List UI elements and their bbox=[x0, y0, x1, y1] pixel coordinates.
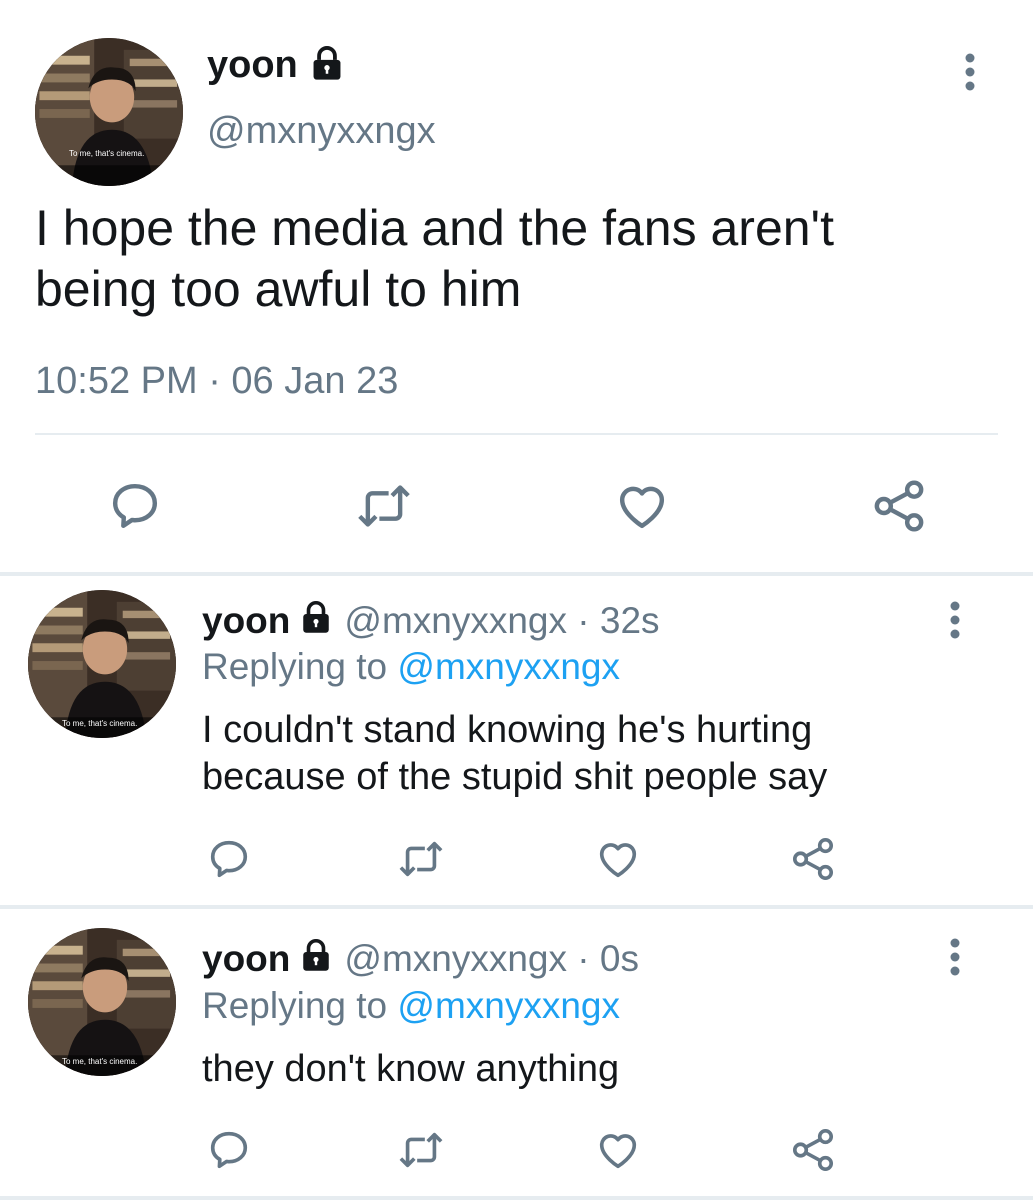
share-icon bbox=[792, 1129, 834, 1171]
reply-text: I couldn't stand knowing he's hurting be… bbox=[202, 707, 827, 801]
display-name[interactable]: yoon bbox=[207, 44, 298, 87]
tweet-text: I hope the media and the fans aren't bei… bbox=[35, 198, 834, 320]
reply-header: yoon @mxnyxxngx · 0s bbox=[202, 937, 639, 981]
avatar-image bbox=[28, 590, 176, 738]
avatar-image bbox=[28, 928, 176, 1076]
lock-icon bbox=[298, 599, 334, 644]
handle[interactable]: @mxnyxxngx bbox=[207, 110, 436, 153]
lock-icon bbox=[298, 937, 334, 982]
like-icon bbox=[619, 486, 665, 529]
more-options-icon[interactable] bbox=[955, 50, 985, 94]
retweet-button[interactable] bbox=[354, 478, 414, 534]
share-icon bbox=[874, 480, 924, 532]
retweet-icon bbox=[399, 1132, 443, 1168]
avatar-caption: To me, that's cinema. bbox=[62, 1057, 138, 1066]
reply-button[interactable] bbox=[206, 836, 252, 882]
retweet-button[interactable] bbox=[396, 836, 446, 882]
reply-button[interactable] bbox=[206, 1127, 252, 1173]
avatar[interactable]: To me, that's cinema. bbox=[28, 590, 176, 738]
divider bbox=[35, 433, 998, 435]
section-divider bbox=[0, 905, 1033, 909]
like-button[interactable] bbox=[594, 836, 642, 882]
reply-text-line: I couldn't stand knowing he's hurting bbox=[202, 709, 813, 751]
reply-button[interactable] bbox=[107, 478, 163, 534]
avatar-image bbox=[35, 38, 183, 186]
reply-header: yoon @mxnyxxngx · 32s bbox=[202, 599, 660, 643]
replying-to-label: Replying to bbox=[202, 985, 388, 1026]
tweet-text-line: I hope the media and the fans aren't bbox=[35, 200, 834, 256]
like-button[interactable] bbox=[613, 478, 671, 534]
avatar-caption: To me, that's cinema. bbox=[62, 719, 138, 728]
reply-text-line: because of the stupid shit people say bbox=[202, 756, 828, 798]
reply-icon bbox=[112, 483, 158, 529]
more-options-icon[interactable] bbox=[940, 598, 970, 642]
replying-to-handle[interactable]: @mxnyxxngx bbox=[397, 646, 620, 687]
tweet-author: yoon bbox=[207, 42, 346, 88]
avatar-caption: To me, that's cinema. bbox=[69, 149, 145, 158]
share-icon bbox=[792, 838, 834, 880]
more-options-icon[interactable] bbox=[940, 935, 970, 979]
replying-to-handle[interactable]: @mxnyxxngx bbox=[397, 985, 620, 1026]
reply-icon bbox=[210, 1131, 248, 1169]
avatar[interactable]: To me, that's cinema. bbox=[35, 38, 183, 186]
replying-to: Replying to @mxnyxxngx bbox=[202, 646, 620, 688]
retweet-icon bbox=[358, 485, 410, 527]
replying-to-label: Replying to bbox=[202, 646, 388, 687]
share-button[interactable] bbox=[870, 478, 928, 534]
like-icon bbox=[599, 1134, 637, 1169]
section-divider bbox=[0, 572, 1033, 576]
handle-and-time[interactable]: @mxnyxxngx · 32s bbox=[344, 600, 659, 642]
share-button[interactable] bbox=[789, 836, 837, 882]
display-name[interactable]: yoon bbox=[202, 600, 290, 642]
like-icon bbox=[599, 843, 637, 878]
like-button[interactable] bbox=[594, 1127, 642, 1173]
avatar[interactable]: To me, that's cinema. bbox=[28, 928, 176, 1076]
lock-icon bbox=[308, 44, 346, 87]
share-button[interactable] bbox=[789, 1127, 837, 1173]
reply-text-line: they don't know anything bbox=[202, 1048, 620, 1090]
reply-text: they don't know anything bbox=[202, 1046, 619, 1093]
section-divider bbox=[0, 1196, 1033, 1200]
timestamp[interactable]: 10:52 PM · 06 Jan 23 bbox=[35, 360, 398, 403]
replying-to: Replying to @mxnyxxngx bbox=[202, 985, 620, 1027]
retweet-icon bbox=[399, 841, 443, 877]
display-name[interactable]: yoon bbox=[202, 938, 290, 980]
handle-and-time[interactable]: @mxnyxxngx · 0s bbox=[344, 938, 639, 980]
tweet-text-line: being too awful to him bbox=[35, 261, 522, 317]
reply-icon bbox=[210, 840, 248, 878]
retweet-button[interactable] bbox=[396, 1127, 446, 1173]
